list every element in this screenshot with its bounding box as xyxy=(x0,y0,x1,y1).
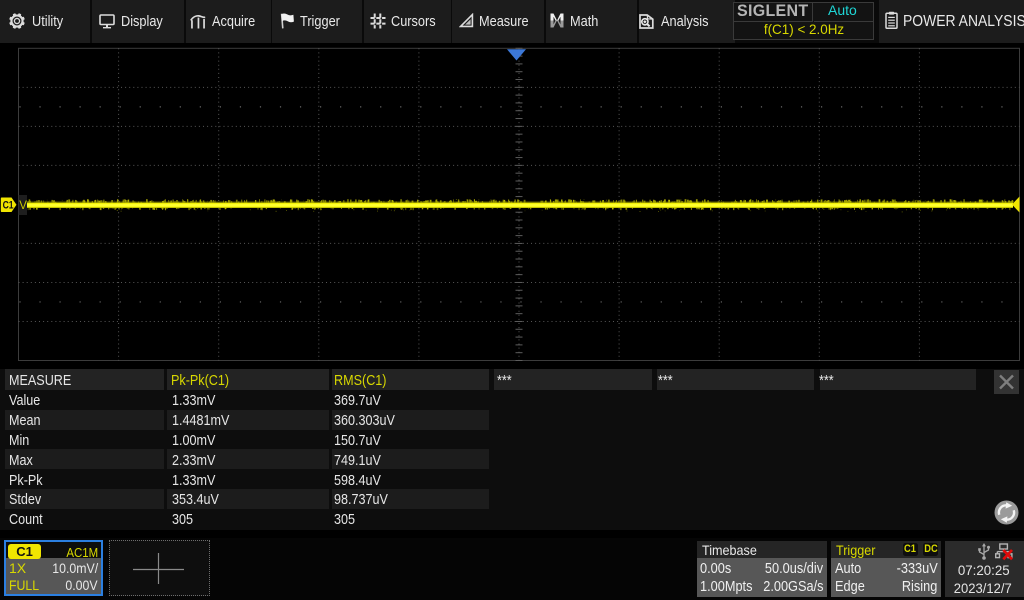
svg-text:V: V xyxy=(19,200,27,212)
svg-text:C1: C1 xyxy=(3,200,14,212)
